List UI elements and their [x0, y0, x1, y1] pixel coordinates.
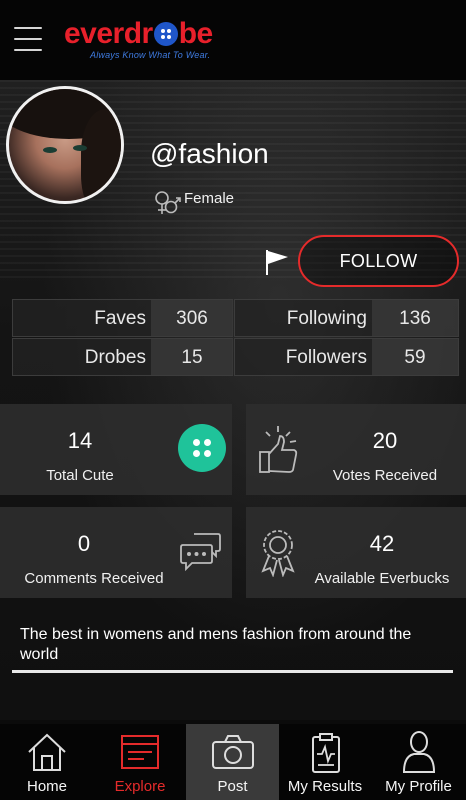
stat-following[interactable]: Following 136: [234, 299, 459, 337]
nav-explore[interactable]: Explore: [94, 724, 186, 800]
brand-text-end: be: [178, 17, 214, 50]
stat-value: 59: [372, 339, 458, 375]
nav-post[interactable]: Post: [186, 724, 279, 800]
gender-icon: [155, 191, 181, 214]
stat-value: 306: [151, 300, 233, 336]
stat-label: Followers: [285, 347, 367, 368]
stat-label: Faves: [94, 308, 146, 329]
brand-logo: everdr be Always Know What To Wear.: [64, 18, 234, 68]
nav-explore-label: Explore: [114, 778, 166, 795]
nav-my-results-label: My Results: [287, 778, 363, 795]
comments-count: 0: [77, 531, 91, 556]
stat-faves[interactable]: Faves 306: [12, 299, 233, 337]
cute-button-icon[interactable]: [178, 424, 226, 472]
nav-home-label: Home: [26, 778, 67, 795]
everbucks-label: Available Everbucks: [314, 570, 450, 587]
stat-drobes[interactable]: Drobes 15: [12, 338, 233, 376]
person-icon: [402, 731, 436, 773]
votes-label: Votes Received: [332, 467, 438, 484]
gender-label: Female: [184, 190, 235, 207]
divider: [12, 670, 453, 673]
menu-icon[interactable]: [14, 27, 42, 51]
nav-my-results[interactable]: My Results: [279, 724, 371, 800]
profile-bio: The best in womens and mens fashion from…: [20, 626, 412, 663]
stat-label: Drobes: [84, 347, 146, 368]
bottom-nav: Home Explore Post My Results My Profile: [0, 724, 466, 800]
stat-label: Following: [286, 308, 367, 329]
avatar[interactable]: [6, 86, 124, 204]
card-votes-received: 20 Votes Received: [246, 404, 466, 495]
app-bar: everdr be Always Know What To Wear.: [0, 0, 466, 80]
brand-text-start: everdr: [64, 17, 153, 50]
home-icon: [28, 733, 66, 771]
stat-followers[interactable]: Followers 59: [234, 338, 459, 376]
thumbs-up-icon: [259, 426, 298, 473]
nav-my-profile-label: My Profile: [385, 778, 452, 795]
stat-value: 15: [151, 339, 233, 375]
camera-icon: [212, 735, 254, 769]
brand-tagline: Always Know What To Wear.: [90, 50, 211, 60]
card-available-everbucks: 42 Available Everbucks: [246, 507, 466, 598]
nav-home[interactable]: Home: [0, 724, 94, 800]
flag-icon[interactable]: [264, 248, 290, 276]
button-logo-icon: [153, 22, 178, 46]
stat-value: 136: [372, 300, 458, 336]
clipboard-icon: [312, 733, 340, 773]
badge-icon: [261, 530, 295, 577]
comment-icon: [180, 533, 221, 571]
cute-label: Total Cute: [46, 467, 114, 484]
follow-button[interactable]: FOLLOW: [298, 235, 459, 287]
cute-count: 14: [67, 428, 93, 453]
votes-count: 20: [372, 428, 398, 453]
nav-my-profile[interactable]: My Profile: [371, 724, 466, 800]
profile-username: @fashion: [150, 138, 269, 169]
explore-icon: [121, 735, 159, 769]
card-comments-received: 0 Comments Received: [0, 507, 232, 598]
comments-label: Comments Received: [24, 570, 164, 587]
nav-post-label: Post: [217, 778, 248, 795]
everbucks-count: 42: [369, 531, 395, 556]
stats-table: Faves 306 Following 136 Drobes 15 Follow…: [12, 299, 459, 377]
